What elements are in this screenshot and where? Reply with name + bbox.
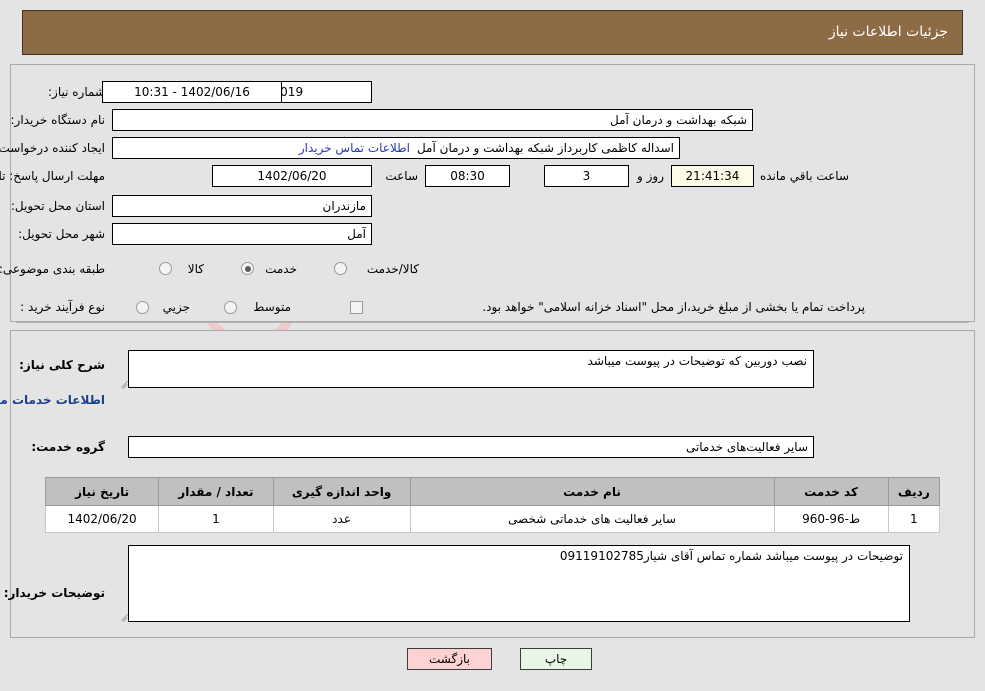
radio-category-goods[interactable] <box>159 262 172 275</box>
cell-need-date: 1402/06/20 <box>44 505 160 533</box>
col-service-name: نام خدمت <box>409 477 775 506</box>
radio-category-service[interactable] <box>241 262 254 275</box>
service-group-label: گروه خدمت: <box>31 440 105 454</box>
services-table: ردیف کد خدمت نام خدمت واحد اندازه گیری ت… <box>44 477 941 533</box>
back-button[interactable]: بازگشت <box>407 648 492 670</box>
countdown-clock-field: 21:41:34 <box>671 165 754 187</box>
table-row: 1 ط-96-960 سایر فعالیت های خدماتی شخصی ع… <box>44 505 941 533</box>
buyer-org-field: شبکه بهداشت و درمان آمل <box>112 109 753 131</box>
general-desc-textarea[interactable]: نصب دوربین که توضیحات در پیوست میباشد <box>128 350 814 388</box>
purchase-process-label: نوع فرآیند خرید : <box>20 300 105 314</box>
radio-process-medium-label: متوسط <box>253 300 291 314</box>
province-field: مازندران <box>112 195 372 217</box>
buyer-notes-textarea[interactable]: توضیحات در پیوست میباشد شماره تماس آقای … <box>128 545 910 622</box>
deadline-time-label: ساعت <box>385 169 418 183</box>
col-need-date: تاریخ نیاز <box>44 477 160 506</box>
page-root: AriaTender.net جزئیات اطلاعات نیاز شماره… <box>0 0 985 691</box>
city-field: آمل <box>112 223 372 245</box>
deadline-time-field: 08:30 <box>425 165 510 187</box>
print-button[interactable]: چاپ <box>520 648 592 670</box>
cell-service-name: سایر فعالیت های خدماتی شخصی <box>409 505 775 533</box>
buyer-notes-label: توضیحات خریدار: <box>3 586 105 600</box>
radio-process-minor[interactable] <box>136 301 149 314</box>
panel-divider <box>16 322 969 323</box>
buyer-org-label: نام دستگاه خریدار: <box>10 113 106 127</box>
radio-process-medium[interactable] <box>224 301 237 314</box>
services-section-title: اطلاعات خدمات مورد نیاز <box>0 393 105 407</box>
col-unit: واحد اندازه گیری <box>272 477 411 506</box>
col-service-code: کد خدمت <box>773 477 889 506</box>
window-title-bar: جزئیات اطلاعات نیاز <box>22 10 963 55</box>
countdown-days-label: روز و <box>637 169 664 183</box>
request-creator-label: ایجاد کننده درخواست: <box>0 141 105 155</box>
col-row-number: ردیف <box>887 477 941 506</box>
buyer-contact-link[interactable]: اطلاعات تماس خریدار <box>299 141 410 155</box>
checkbox-treasury-note[interactable] <box>350 301 363 314</box>
countdown-days-field: 3 <box>544 165 629 187</box>
cell-quantity: 1 <box>158 505 274 533</box>
table-header-row: ردیف کد خدمت نام خدمت واحد اندازه گیری ت… <box>44 477 941 506</box>
radio-category-goods-service-label: کالا/خدمت <box>366 262 419 276</box>
public-announce-field: 1402/06/16 - 10:31 <box>102 81 282 103</box>
response-deadline-label: مهلت ارسال پاسخ: تا تاریخ: <box>0 169 105 183</box>
countdown-remaining-label: ساعت باقي مانده <box>759 169 849 183</box>
page-title: جزئیات اطلاعات نیاز <box>828 24 948 40</box>
radio-category-goods-label: کالا <box>187 262 204 276</box>
radio-category-goods-service[interactable] <box>334 262 347 275</box>
need-number-label: شماره نیاز: <box>48 85 105 99</box>
city-label: شهر محل تحویل: <box>18 227 105 241</box>
col-quantity: تعداد / مقدار <box>158 477 274 506</box>
cell-service-code: ط-96-960 <box>773 505 889 533</box>
treasury-note-text: پرداخت تمام یا بخشی از مبلغ خرید،از محل … <box>482 300 865 314</box>
general-desc-label: شرح کلی نیاز: <box>19 358 105 372</box>
service-group-field: سایر فعالیت‌های خدماتی <box>128 436 814 458</box>
deadline-date-field: 1402/06/20 <box>212 165 372 187</box>
radio-category-service-label: خدمت <box>265 262 297 276</box>
cell-unit: عدد <box>272 505 411 533</box>
cell-row-number: 1 <box>887 505 941 533</box>
radio-process-minor-label: جزیي <box>162 300 190 314</box>
province-label: استان محل تحویل: <box>10 199 105 213</box>
category-label: طبقه بندی موضوعی: <box>0 262 105 276</box>
